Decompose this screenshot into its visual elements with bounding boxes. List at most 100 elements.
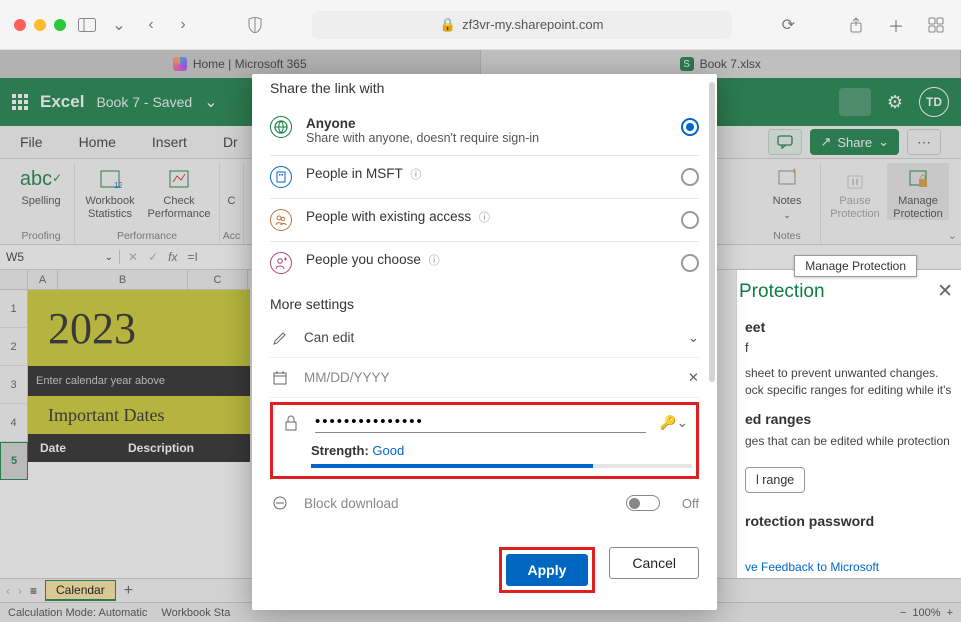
password-input[interactable] [315, 413, 646, 430]
tab-insert[interactable]: Insert [152, 134, 187, 150]
check-performance-button[interactable]: Check Performance [143, 163, 215, 220]
apply-button[interactable]: Apply [506, 554, 589, 586]
add-sheet-icon[interactable]: + [124, 582, 133, 600]
manage-protection-button[interactable]: Manage Protection [887, 163, 949, 220]
tab-draw[interactable]: Dr [223, 134, 238, 150]
cancel-icon[interactable]: ✕ [128, 250, 138, 264]
info-icon[interactable]: ⓘ [479, 212, 490, 224]
block-download-row[interactable]: Block download Off [270, 483, 699, 523]
sidebar-icon[interactable] [76, 14, 98, 36]
expiry-date-row[interactable]: MM/DD/YYYY ✕ [270, 358, 699, 398]
share-icon[interactable] [845, 14, 867, 36]
notes-button[interactable]: Notes ⌄ [758, 163, 816, 220]
person-plus-icon [270, 252, 292, 274]
column-headers[interactable]: A B C [0, 270, 250, 290]
more-button[interactable]: ⋯ [907, 129, 941, 155]
table-header-row: DateDescription [28, 434, 250, 462]
sharepoint-icon: S [680, 57, 694, 71]
reload-icon[interactable]: ⟳ [777, 14, 799, 36]
radio[interactable] [681, 254, 699, 272]
zoom-in-icon[interactable]: + [947, 607, 953, 619]
can-edit-row[interactable]: Can edit ⌄ [270, 318, 699, 358]
chevron-down-icon: ⌄ [688, 330, 699, 346]
shield-icon[interactable] [244, 14, 266, 36]
chevron-down-icon: ⌄ [878, 134, 889, 150]
lock-icon [906, 165, 930, 193]
app-launcher-icon[interactable] [12, 94, 28, 110]
option-existing-access[interactable]: People with existing access ⓘ [270, 199, 699, 241]
zoom-level[interactable]: 100% [912, 607, 940, 619]
panel-title: Protection [739, 281, 825, 303]
year-cell: 2023 [28, 290, 250, 366]
strength-meter [311, 464, 692, 468]
key-icon[interactable]: 🔑⌄ [660, 415, 688, 431]
option-people-msft[interactable]: People in MSFT ⓘ [270, 156, 699, 198]
formula-input[interactable]: =I [187, 250, 197, 264]
year-hint: Enter calendar year above [28, 366, 250, 396]
app-name: Excel [40, 92, 84, 112]
spelling-button[interactable]: abc✓ Spelling [12, 163, 70, 208]
collapse-ribbon-icon[interactable]: ⌄ [948, 229, 957, 242]
building-icon [270, 166, 292, 188]
workbook-stats-button[interactable]: 123 Workbook Statistics [79, 163, 141, 220]
forward-icon[interactable]: › [172, 14, 194, 36]
accessibility-button[interactable]: C [220, 163, 244, 208]
chevron-down-icon[interactable]: ⌄ [204, 92, 217, 112]
avatar[interactable]: TD [919, 87, 949, 117]
confirm-icon[interactable]: ✓ [148, 250, 158, 264]
password-row[interactable]: 🔑⌄ [277, 413, 692, 433]
row-headers[interactable]: 1 2 3 4 5 [0, 290, 28, 480]
calendar-cells[interactable]: 2023 Enter calendar year above Important… [28, 290, 250, 462]
pause-protection-button[interactable]: Pause Protection [825, 163, 885, 220]
share-arrow-icon: ↗ [820, 134, 831, 150]
url-text: zf3vr-my.sharepoint.com [462, 17, 603, 32]
window-controls[interactable] [14, 19, 66, 31]
more-settings-heading: More settings [270, 296, 699, 312]
scrollbar[interactable] [709, 82, 715, 382]
info-icon[interactable]: ⓘ [410, 169, 421, 181]
radio[interactable] [681, 168, 699, 186]
tab-file[interactable]: File [20, 134, 43, 150]
group-label: Proofing [21, 230, 60, 242]
next-sheet-icon[interactable]: › [18, 584, 22, 598]
pause-icon [844, 165, 866, 193]
zoom-out-icon[interactable]: − [900, 607, 906, 619]
radio-selected[interactable] [681, 118, 699, 136]
add-range-button[interactable]: l range [745, 467, 805, 493]
all-sheets-icon[interactable]: ≡ [30, 584, 37, 598]
people-icon [270, 209, 292, 231]
tab-home[interactable]: Home [79, 134, 116, 150]
toggle-off[interactable] [626, 495, 660, 511]
modal-heading: Share the link with [270, 80, 699, 96]
clear-icon[interactable]: ✕ [688, 370, 699, 386]
chevron-down-icon: ⌄ [783, 210, 791, 220]
url-bar[interactable]: 🔒 zf3vr-my.sharepoint.com [312, 11, 732, 39]
chevron-down-icon: ⌄ [105, 252, 113, 263]
share-button[interactable]: ↗ Share ⌄ [810, 129, 899, 155]
cancel-button[interactable]: Cancel [609, 547, 699, 579]
close-icon[interactable]: ✕ [937, 280, 953, 303]
back-icon[interactable]: ‹ [140, 14, 162, 36]
sheet-tab-calendar[interactable]: Calendar [45, 580, 116, 601]
feedback-link[interactable]: ve Feedback to Microsoft [745, 560, 879, 574]
tabs-icon[interactable] [925, 14, 947, 36]
prev-sheet-icon[interactable]: ‹ [6, 584, 10, 598]
lock-icon [281, 415, 301, 431]
workbook-stats-status: Workbook Sta [161, 607, 230, 619]
new-tab-icon[interactable]: ＋ [885, 14, 907, 36]
search-button[interactable] [839, 88, 871, 116]
gear-icon[interactable]: ⚙ [887, 92, 903, 113]
info-icon[interactable]: ⓘ [429, 255, 440, 267]
important-dates-header: Important Dates [28, 396, 250, 434]
name-box[interactable]: W5 ⌄ [0, 250, 120, 264]
lock-icon: 🔒 [440, 17, 456, 33]
option-people-choose[interactable]: People you choose ⓘ [270, 242, 699, 284]
option-anyone[interactable]: Anyone Share with anyone, doesn't requir… [270, 106, 699, 155]
comments-button[interactable] [768, 129, 802, 155]
fx-icon[interactable]: fx [168, 250, 177, 264]
radio[interactable] [681, 211, 699, 229]
notes-icon [776, 165, 798, 193]
document-name[interactable]: Book 7 - Saved [96, 94, 192, 110]
password-section-highlight: 🔑⌄ Strength: Good [270, 402, 699, 479]
chevron-down-icon[interactable]: ⌄ [108, 14, 130, 36]
